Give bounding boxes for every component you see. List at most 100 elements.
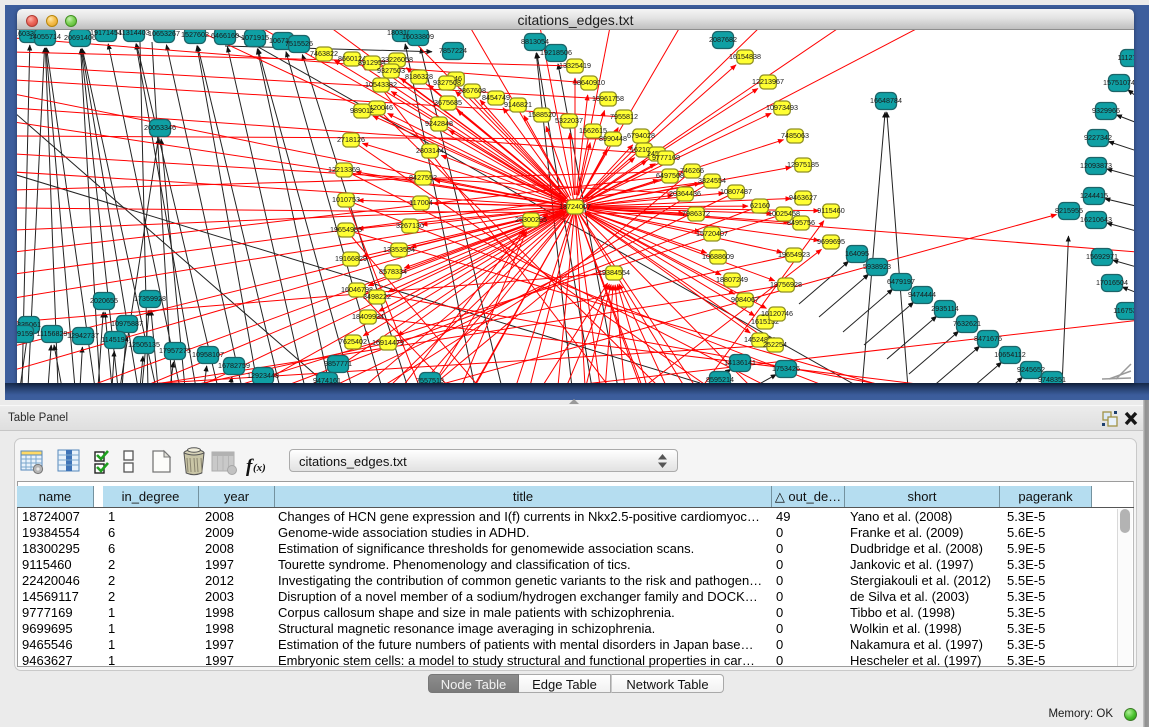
svg-text:10973493: 10973493: [766, 103, 798, 112]
svg-text:7632621: 7632621: [953, 319, 981, 328]
svg-text:16961758: 16961758: [592, 94, 624, 103]
svg-text:3824554: 3824554: [698, 176, 726, 185]
svg-text:1753426: 1753426: [772, 364, 800, 373]
svg-text:16120746: 16120746: [761, 309, 793, 318]
svg-text:1527602: 1527602: [181, 30, 209, 39]
svg-text:13353594: 13353594: [383, 245, 415, 254]
svg-text:12505135: 12505135: [128, 340, 160, 349]
svg-text:10807487: 10807487: [720, 187, 752, 196]
svg-text:6466160: 6466160: [211, 31, 239, 40]
svg-text:15692971: 15692971: [1086, 252, 1118, 261]
svg-text:7986372: 7986372: [682, 209, 710, 218]
svg-text:9146821: 9146821: [504, 100, 532, 109]
svg-text:(x): (x): [253, 462, 266, 474]
svg-text:8813054: 8813054: [521, 37, 549, 46]
svg-text:19654923: 19654923: [778, 250, 810, 259]
svg-text:2718126: 2718126: [337, 135, 365, 144]
svg-text:10975887: 10975887: [111, 319, 143, 328]
svg-text:8427552: 8427552: [409, 173, 437, 182]
svg-text:10688609: 10688609: [702, 252, 734, 261]
svg-text:10025458: 10025458: [768, 209, 800, 218]
svg-text:7463822: 7463822: [310, 49, 338, 58]
svg-text:8595214: 8595214: [706, 375, 734, 383]
svg-text:164095: 164095: [845, 249, 869, 258]
svg-text:9777169: 9777169: [652, 153, 680, 162]
svg-text:3675685: 3675685: [434, 98, 462, 107]
svg-text:7625402: 7625402: [339, 337, 367, 346]
svg-text:9245652: 9245652: [1017, 365, 1045, 374]
svg-text:2020655: 2020655: [90, 296, 118, 305]
svg-text:9748351: 9748351: [1038, 375, 1066, 383]
svg-text:7857224: 7857224: [439, 46, 467, 55]
svg-text:2803144: 2803144: [416, 146, 444, 155]
svg-text:15720407: 15720407: [696, 229, 728, 238]
svg-text:3267130: 3267130: [396, 221, 424, 230]
svg-text:18640910: 18640910: [573, 78, 605, 87]
svg-text:12923448: 12923448: [247, 371, 279, 380]
svg-text:252254: 252254: [763, 340, 787, 349]
svg-text:8186328: 8186328: [405, 72, 433, 81]
svg-text:5938923: 5938923: [863, 262, 891, 271]
svg-text:989012: 989012: [350, 106, 374, 115]
svg-text:1244415: 1244415: [1080, 191, 1108, 200]
svg-text:17359928: 17359928: [134, 294, 166, 303]
svg-text:1145194: 1145194: [101, 335, 128, 344]
svg-text:9327503: 9327503: [377, 66, 405, 75]
svg-text:9227342: 9227342: [1084, 133, 1112, 142]
svg-text:10543382: 10543382: [365, 80, 397, 89]
svg-text:2087682: 2087682: [709, 35, 737, 44]
svg-text:11314403: 11314403: [118, 30, 149, 37]
svg-text:1588520: 1588520: [528, 110, 556, 119]
svg-text:9474444: 9474444: [908, 290, 936, 299]
svg-text:1010753: 1010753: [332, 195, 360, 204]
svg-text:12213369: 12213369: [328, 165, 360, 174]
svg-text:16782759: 16782759: [218, 361, 250, 370]
svg-text:3498222: 3498222: [363, 292, 391, 301]
svg-text:5322037: 5322037: [555, 116, 583, 125]
svg-text:8990448: 8990448: [599, 134, 627, 143]
svg-text:12975185: 12975185: [787, 160, 819, 169]
svg-text:14055714: 14055714: [29, 32, 61, 41]
svg-text:7515526: 7515526: [285, 39, 313, 48]
svg-text:9327508: 9327508: [433, 78, 461, 87]
svg-text:17957275: 17957275: [159, 346, 191, 355]
svg-text:16914479: 16914479: [372, 338, 404, 347]
svg-text:7485063: 7485063: [781, 131, 809, 140]
svg-text:16648784: 16648784: [870, 96, 902, 105]
svg-text:16033809: 16033809: [402, 32, 434, 41]
svg-text:1071915: 1071915: [241, 33, 269, 42]
svg-text:9329966: 9329966: [1092, 106, 1120, 115]
svg-text:11156829: 11156829: [37, 329, 68, 338]
svg-text:62160: 62160: [750, 201, 770, 210]
svg-text:19171454: 19171454: [90, 30, 122, 37]
svg-text:12213967: 12213967: [752, 77, 784, 86]
svg-text:9463627: 9463627: [789, 193, 817, 202]
svg-text:16210643: 16210643: [1080, 215, 1112, 224]
svg-text:39159: 39159: [17, 329, 33, 338]
svg-text:23226058: 23226058: [381, 55, 413, 64]
svg-text:25300255: 25300255: [515, 215, 547, 224]
svg-text:9474161: 9474161: [313, 376, 341, 383]
svg-text:12942737: 12942737: [67, 331, 99, 340]
svg-text:6479197: 6479197: [887, 277, 915, 286]
svg-text:8471676: 8471676: [974, 334, 1002, 343]
svg-text:10958107: 10958107: [192, 350, 224, 359]
svg-text:1167534: 1167534: [1113, 306, 1134, 315]
svg-text:10653267: 10653267: [148, 30, 180, 38]
svg-text:19756928: 19756928: [770, 280, 802, 289]
svg-text:7557513: 7557513: [416, 376, 444, 383]
svg-text:12093873: 12093873: [1080, 161, 1112, 170]
svg-text:16154838: 16154838: [729, 52, 761, 61]
svg-text:9857771: 9857771: [324, 359, 352, 368]
svg-text:9115460: 9115460: [817, 206, 844, 215]
svg-text:13325419: 13325419: [559, 61, 591, 70]
svg-text:18409934: 18409934: [352, 312, 384, 321]
svg-text:18807249: 18807249: [716, 275, 748, 284]
svg-text:15751074: 15751074: [1103, 78, 1134, 87]
svg-text:19218506: 19218506: [540, 48, 572, 57]
svg-text:19166829: 19166829: [335, 254, 367, 263]
svg-text:9699695: 9699695: [817, 237, 845, 246]
svg-text:6794028: 6794028: [627, 131, 655, 140]
svg-text:19384554: 19384554: [598, 268, 630, 277]
svg-text:14136141: 14136141: [724, 358, 756, 367]
